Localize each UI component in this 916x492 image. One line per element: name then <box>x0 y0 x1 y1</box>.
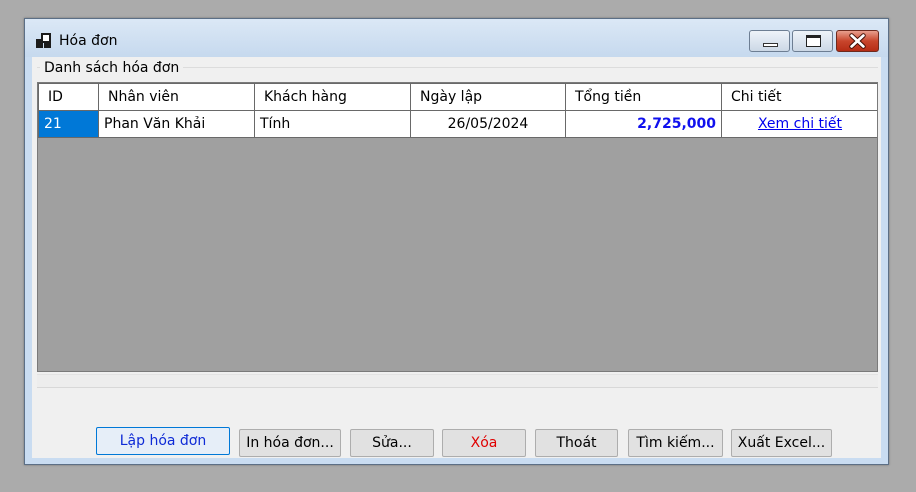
cell-tong-tien[interactable]: 2,725,000 <box>565 110 722 138</box>
column-header-id[interactable]: ID <box>38 83 99 111</box>
maximize-button[interactable] <box>792 30 833 52</box>
create-invoice-button[interactable]: Lập hóa đơn <box>96 427 230 455</box>
cell-khach-hang[interactable]: Tính <box>254 110 411 138</box>
edit-button[interactable]: Sửa... <box>350 429 434 457</box>
window-app-icon <box>36 33 52 49</box>
cell-id[interactable]: 21 <box>38 110 99 138</box>
cell-nhan-vien[interactable]: Phan Văn Khải <box>98 110 255 138</box>
horizontal-scrollbar[interactable] <box>37 374 878 387</box>
title-bar[interactable]: Hóa đơn <box>25 19 888 57</box>
column-header-nhan-vien[interactable]: Nhân viên <box>98 83 255 111</box>
cell-ngay-lap[interactable]: 26/05/2024 <box>410 110 566 138</box>
maximize-icon <box>806 35 821 47</box>
search-button[interactable]: Tìm kiếm... <box>628 429 723 457</box>
export-excel-button[interactable]: Xuất Excel... <box>731 429 832 457</box>
view-detail-link[interactable]: Xem chi tiết <box>758 116 842 132</box>
column-header-khach-hang[interactable]: Khách hàng <box>254 83 411 111</box>
print-invoice-button[interactable]: In hóa đơn... <box>239 429 341 457</box>
window-title: Hóa đơn <box>59 33 118 49</box>
exit-button[interactable]: Thoát <box>535 429 618 457</box>
minimize-icon <box>763 43 778 47</box>
delete-button[interactable]: Xóa <box>442 429 526 457</box>
close-button[interactable] <box>836 30 879 52</box>
column-header-chi-tiet[interactable]: Chi tiết <box>721 83 877 111</box>
group-label: Danh sách hóa đơn <box>40 60 184 76</box>
table-row[interactable]: 21 Phan Văn Khải Tính 26/05/2024 2,725,0… <box>38 110 877 138</box>
cell-chi-tiet: Xem chi tiết <box>721 110 877 138</box>
invoice-grid[interactable]: ID Nhân viên Khách hàng Ngày lập Tổng ti… <box>37 82 878 372</box>
table-header-row: ID Nhân viên Khách hàng Ngày lập Tổng ti… <box>38 83 877 111</box>
column-header-ngay-lap[interactable]: Ngày lập <box>410 83 566 111</box>
column-header-tong-tien[interactable]: Tổng tiền <box>565 83 722 111</box>
close-icon <box>849 33 866 49</box>
separator <box>37 387 878 388</box>
minimize-button[interactable] <box>749 30 790 52</box>
invoice-window: Hóa đơn Danh sách hóa đơn ID Nhân viên K… <box>24 18 889 465</box>
window-client-area: Danh sách hóa đơn ID Nhân viên Khách hàn… <box>32 57 881 458</box>
